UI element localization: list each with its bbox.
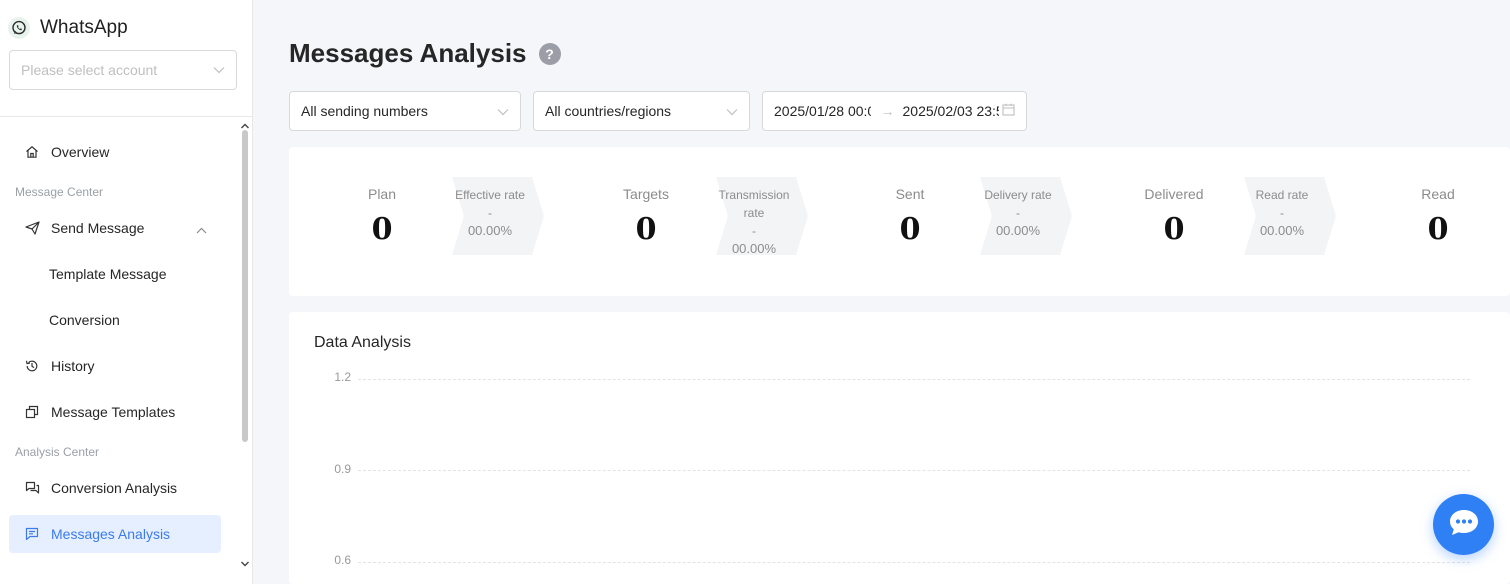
sidebar-item-label: Conversion Analysis <box>51 480 178 496</box>
sidebar-item-conversion[interactable]: Conversion <box>9 301 221 339</box>
rate-value: 00.00% <box>1259 223 1305 238</box>
rate-label: Transmission rate <box>718 188 790 220</box>
y-tick-label: 0.9 <box>334 462 351 476</box>
rate-delivery: Delivery rate - 00.00% <box>974 177 1074 255</box>
page-title: Messages Analysis ? <box>289 38 561 69</box>
rate-label: Delivery rate <box>984 188 1052 202</box>
date-end-input[interactable]: 2025/02/03 23:59:59 <box>903 103 1000 119</box>
metric-targets: Targets 0 <box>596 186 696 247</box>
group-label-analysis-center: Analysis Center <box>15 445 100 459</box>
rate-transmission: Transmission rate - 00.00% <box>710 177 810 258</box>
sidebar-item-template-message[interactable]: Template Message <box>9 255 221 293</box>
date-range-picker[interactable]: 2025/01/28 00:00:00 → 2025/02/03 23:59:5… <box>762 91 1027 131</box>
date-start-input[interactable]: 2025/01/28 00:00:00 <box>774 103 871 119</box>
account-select-placeholder: Please select account <box>21 62 158 78</box>
metric-label: Delivered <box>1144 186 1204 202</box>
chat-bubble-icon <box>1448 508 1480 541</box>
data-analysis-title: Data Analysis <box>314 334 411 351</box>
metric-label: Read <box>1421 186 1455 202</box>
metric-label: Plan <box>367 186 397 202</box>
sidebar: WhatsApp Please select account Overview … <box>0 0 253 584</box>
rate-label: Effective rate <box>455 188 525 202</box>
sidebar-item-history[interactable]: History <box>9 347 221 385</box>
rate-text: Read rate - 00.00% <box>1238 186 1326 240</box>
sidebar-item-label: Conversion <box>49 312 120 328</box>
sidebar-item-label: Messages Analysis <box>51 526 171 542</box>
help-icon[interactable]: ? <box>538 42 561 65</box>
metric-value: 0 <box>371 212 393 247</box>
chevron-down-icon <box>497 103 509 119</box>
sidebar-scroll-thumb[interactable] <box>242 130 248 442</box>
sidebar-item-messages-analysis[interactable]: Messages Analysis <box>9 515 221 553</box>
brand: WhatsApp <box>8 14 128 42</box>
metric-label: Targets <box>623 186 669 202</box>
history-icon <box>24 358 40 374</box>
sending-numbers-value: All sending numbers <box>301 103 428 119</box>
metric-value: 0 <box>635 212 657 247</box>
sidebar-item-label: History <box>51 358 95 374</box>
copy-icon <box>24 404 40 420</box>
rate-value: 00.00% <box>467 223 513 238</box>
rate-text: Delivery rate - 00.00% <box>974 186 1062 240</box>
funnel-card: Plan 0 Effective rate - 00.00% Targets 0 <box>289 147 1510 296</box>
sidebar-item-label: Overview <box>51 144 110 160</box>
chevron-up-icon <box>196 221 207 237</box>
main-content: Messages Analysis ? All sending numbers … <box>254 0 1510 584</box>
metric-plan: Plan 0 <box>332 186 432 247</box>
gridline <box>358 379 1470 380</box>
gridline <box>358 562 1470 563</box>
gridline <box>358 470 1470 471</box>
rate-dash: - <box>752 224 756 238</box>
metric-delivered: Delivered 0 <box>1124 186 1224 247</box>
page-title-text: Messages Analysis <box>289 38 527 68</box>
chat-support-button[interactable] <box>1433 494 1494 555</box>
rate-dash: - <box>1280 206 1284 220</box>
sidebar-item-label: Send Message <box>51 220 145 236</box>
conversion-chat-icon <box>24 480 40 496</box>
app-root: WhatsApp Please select account Overview … <box>0 0 1510 584</box>
rate-text: Effective rate - 00.00% <box>446 186 534 240</box>
scroll-down-icon[interactable] <box>239 556 251 574</box>
brand-name: WhatsApp <box>40 17 128 38</box>
metric-label: Sent <box>895 186 925 202</box>
metric-value: 0 <box>899 212 921 247</box>
sidebar-item-overview[interactable]: Overview <box>9 133 221 171</box>
countries-select[interactable]: All countries/regions <box>533 91 750 131</box>
group-label-message-center: Message Center <box>15 185 104 199</box>
sidebar-menu: Overview Message Center Send Message Tem… <box>0 117 240 584</box>
calendar-icon <box>1002 103 1015 119</box>
range-arrow-icon: → <box>880 103 895 119</box>
rate-value: 00.00% <box>995 223 1041 238</box>
rate-dash: - <box>1016 206 1020 220</box>
data-analysis-card: Data Analysis 1.2 0.9 0.6 <box>289 312 1510 584</box>
account-select[interactable]: Please select account <box>9 50 237 90</box>
rate-value: 00.00% <box>731 241 777 256</box>
sidebar-item-conversion-analysis[interactable]: Conversion Analysis <box>9 469 221 507</box>
metric-value: 0 <box>1427 212 1449 247</box>
rate-text: Transmission rate - 00.00% <box>710 186 798 258</box>
sidebar-item-label: Template Message <box>49 266 167 282</box>
rate-read: Read rate - 00.00% <box>1238 177 1338 255</box>
chevron-down-icon <box>726 103 738 119</box>
y-tick-label: 0.6 <box>334 553 351 567</box>
metric-read: Read 0 <box>1388 186 1488 247</box>
chevron-down-icon <box>213 61 225 79</box>
y-tick-label: 1.2 <box>334 370 351 384</box>
whatsapp-logo-icon <box>8 17 30 39</box>
rate-effective: Effective rate - 00.00% <box>446 177 546 255</box>
rate-label: Read rate <box>1255 188 1309 202</box>
metric-sent: Sent 0 <box>860 186 960 247</box>
countries-value: All countries/regions <box>545 103 672 119</box>
home-icon <box>24 144 40 160</box>
metric-value: 0 <box>1163 212 1185 247</box>
send-icon <box>24 220 40 236</box>
message-icon <box>24 526 40 542</box>
sidebar-item-send-message[interactable]: Send Message <box>9 209 221 247</box>
rate-dash: - <box>488 206 492 220</box>
sidebar-item-label: Message Templates <box>51 404 176 420</box>
sending-numbers-select[interactable]: All sending numbers <box>289 91 521 131</box>
sidebar-item-message-templates[interactable]: Message Templates <box>9 393 221 431</box>
